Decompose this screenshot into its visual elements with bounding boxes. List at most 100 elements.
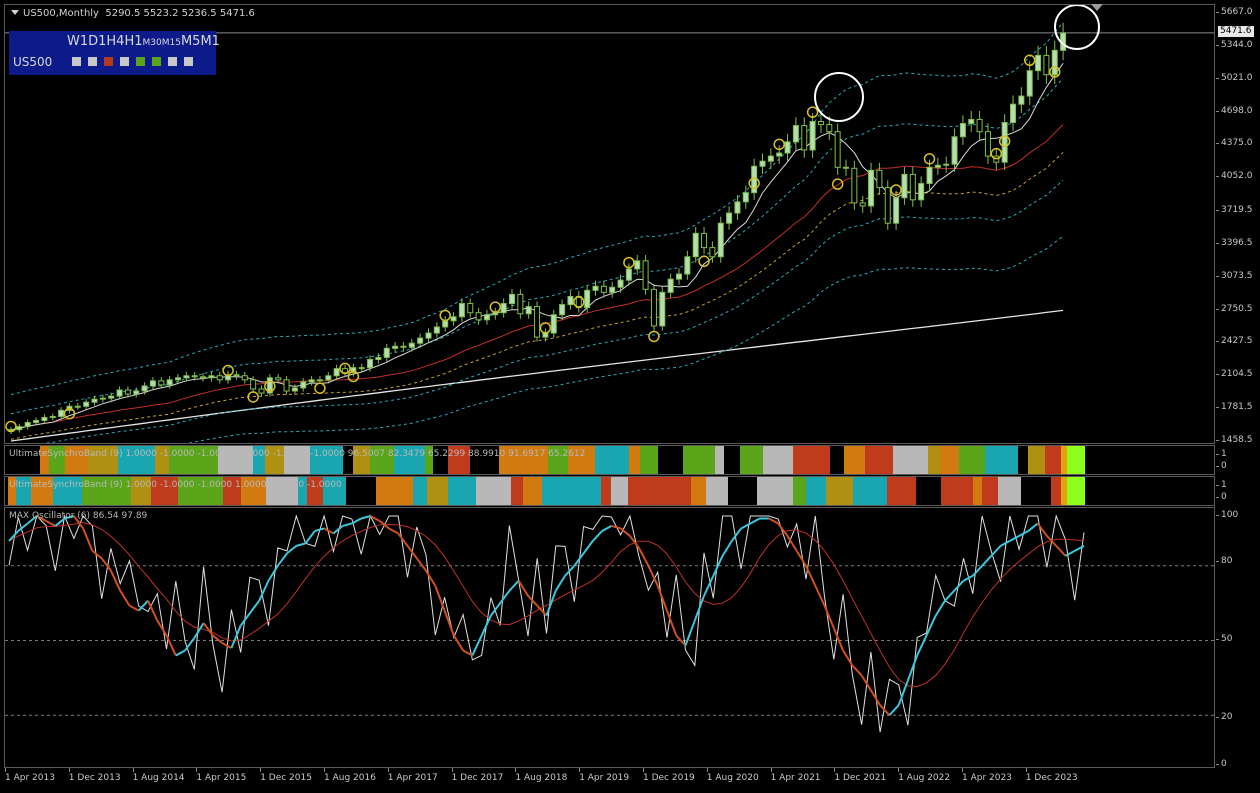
candle-body bbox=[467, 303, 474, 314]
candle-body bbox=[592, 285, 599, 291]
candle-body bbox=[1051, 49, 1058, 76]
candle-body bbox=[600, 285, 607, 293]
oscillator-fast-segment bbox=[666, 610, 678, 636]
osc-axis-50: 50 bbox=[1215, 634, 1233, 644]
candle-body bbox=[166, 379, 173, 386]
oscillator-fast-segment bbox=[721, 540, 733, 557]
candle-body bbox=[116, 389, 123, 397]
candle-body bbox=[342, 368, 348, 374]
candle-body bbox=[801, 125, 808, 151]
synchro-band-1-label: UltimateSynchroBand (9) 1.0000 -1.0000 -… bbox=[9, 449, 586, 459]
synchro-band-2-pane[interactable]: UltimateSynchroBand (9) 1.0000 -1.0000 -… bbox=[4, 476, 1215, 506]
upper-band-inner bbox=[10, 77, 1064, 415]
price-tick: 4375.0 bbox=[1216, 138, 1253, 149]
candle-body bbox=[41, 416, 48, 422]
band-1-segment-end bbox=[1067, 446, 1085, 474]
timeframe-m5[interactable]: M5 bbox=[181, 34, 201, 49]
oscillator-fast-segment bbox=[749, 517, 761, 525]
candle-body bbox=[392, 345, 399, 349]
band-2-segment bbox=[628, 477, 652, 505]
candle-body bbox=[16, 426, 23, 431]
candle-body bbox=[91, 398, 98, 403]
oscillator-raw-line bbox=[8, 514, 1085, 733]
band-1-segment bbox=[959, 446, 985, 474]
oscillator-fast-segment bbox=[601, 525, 612, 532]
dropdown-triangle-icon[interactable] bbox=[11, 10, 19, 15]
price-tick: 2104.5 bbox=[1216, 369, 1253, 380]
candle-body bbox=[959, 123, 966, 138]
candle-body bbox=[408, 342, 415, 348]
time-tick: 1 Apr 2023 bbox=[962, 768, 1012, 783]
oscillator-fast-segment bbox=[110, 570, 122, 592]
price-tick: 1781.5 bbox=[1216, 402, 1253, 413]
band-1-segment bbox=[1028, 446, 1045, 474]
oscillator-fast-segment bbox=[406, 545, 418, 559]
oscillator-fast-segment bbox=[119, 590, 131, 607]
oscillator-fast-segment bbox=[480, 615, 492, 636]
oscillator-fast-segment bbox=[1046, 535, 1057, 547]
oscillator-fast-segment bbox=[684, 620, 696, 646]
timeframe-d1[interactable]: D1 bbox=[88, 34, 106, 49]
candle-body bbox=[843, 166, 849, 169]
candle-body bbox=[275, 377, 282, 381]
candle-body bbox=[149, 380, 156, 387]
band-2-segment bbox=[793, 477, 806, 505]
band-1-segment bbox=[715, 446, 724, 474]
chart-shift-marker-icon[interactable] bbox=[1091, 4, 1103, 11]
oscillator-fast-segment bbox=[888, 704, 900, 716]
timeframe-m30[interactable]: M30 bbox=[143, 38, 162, 48]
candle-body bbox=[483, 314, 490, 321]
candle-body bbox=[333, 368, 340, 377]
oscillator-fast-segment bbox=[592, 530, 603, 542]
timeframe-h4[interactable]: H4 bbox=[106, 34, 124, 49]
candle-body bbox=[642, 260, 649, 290]
oscillator-fast-segment bbox=[582, 540, 594, 554]
timeframe-w1[interactable]: W1 bbox=[67, 34, 88, 49]
signal-circle bbox=[831, 178, 844, 190]
oscillator-fast-segment bbox=[916, 635, 928, 656]
band-1-segment bbox=[629, 446, 640, 474]
time-tick: 1 Dec 2013 bbox=[68, 768, 121, 783]
timeframe-m1[interactable]: M1 bbox=[200, 34, 220, 49]
candle-body bbox=[584, 289, 591, 309]
candle-body bbox=[141, 385, 148, 392]
ohlc-values: 5290.5 5523.2 5236.5 5471.6 bbox=[105, 8, 255, 19]
candle-body bbox=[676, 273, 682, 280]
timeframe-h1[interactable]: H1 bbox=[124, 34, 142, 49]
time-tick: 1 Aug 2022 bbox=[898, 768, 951, 783]
band-2-segment bbox=[476, 477, 511, 505]
oscillator-fast-segment bbox=[443, 610, 455, 636]
candle-body bbox=[475, 312, 482, 321]
timeframe-status-dot bbox=[120, 57, 129, 66]
time-axis[interactable]: 1 Apr 2013 1 Dec 2013 1 Aug 2014 1 Apr 2015… bbox=[0, 768, 1216, 793]
candle-body bbox=[709, 247, 716, 258]
oscillator-fast-segment bbox=[1036, 522, 1048, 537]
oscillator-fast-segment bbox=[611, 524, 621, 530]
timeframe-status-dots bbox=[72, 57, 200, 76]
candle-body bbox=[1010, 103, 1016, 124]
price-tick: 5344.0 bbox=[1216, 39, 1253, 50]
candle-body bbox=[124, 389, 131, 395]
max-oscillator-pane[interactable]: MAX Oscillator (6) 86.54 97.89 bbox=[4, 507, 1215, 768]
band-2-segment bbox=[757, 477, 793, 505]
band-1-segment bbox=[1018, 446, 1028, 474]
candle-body bbox=[692, 232, 699, 258]
candle-body bbox=[726, 212, 733, 224]
candle-body bbox=[1043, 54, 1050, 76]
candle-body bbox=[868, 169, 875, 207]
price-axis[interactable]: 5667.0 5344.0 5021.0 4698.0 4375.0 4052.0 3719… bbox=[1216, 4, 1260, 445]
band-2-segment bbox=[887, 477, 898, 505]
candle-body bbox=[717, 222, 724, 258]
candle-body bbox=[759, 160, 766, 167]
candle-body bbox=[1035, 54, 1042, 72]
band-2-segment bbox=[1021, 477, 1051, 505]
band-1-segment bbox=[763, 446, 793, 474]
synchro-band-1-pane[interactable]: UltimateSynchroBand (9) 1.0000 -1.0000 -… bbox=[4, 445, 1215, 475]
band-2-segment bbox=[683, 477, 691, 505]
band-1-segment bbox=[724, 446, 740, 474]
candle-body bbox=[834, 131, 841, 168]
band-2-segment bbox=[346, 477, 376, 505]
candle-body bbox=[826, 124, 833, 133]
timeframe-m15[interactable]: M15 bbox=[162, 38, 181, 48]
candle-body bbox=[884, 187, 891, 224]
